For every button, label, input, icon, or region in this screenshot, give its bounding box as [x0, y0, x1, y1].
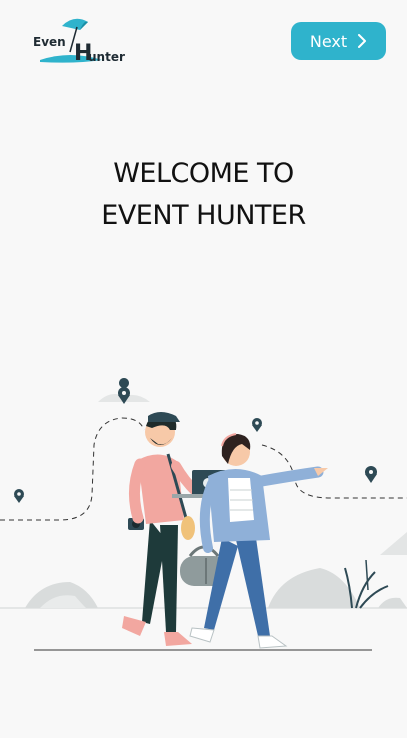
logo-text-unter: unter [88, 50, 125, 64]
app-logo: H Even unter [30, 16, 130, 68]
location-pin-icon [14, 489, 24, 503]
rock-far-right [378, 597, 407, 608]
dashed-route-left [0, 417, 145, 521]
chevron-right-icon [358, 34, 367, 48]
welcome-line-2: EVENT HUNTER [101, 200, 306, 231]
welcome-line-1: WELCOME TO [113, 158, 294, 189]
logo-text-even: Even [33, 35, 66, 49]
location-pin-icon [252, 418, 262, 432]
welcome-heading: WELCOME TO EVENT HUNTER [0, 153, 407, 237]
location-pin-icon [365, 466, 377, 483]
hill-right [380, 532, 407, 555]
dashed-route-right [261, 444, 407, 499]
next-button[interactable]: Next [291, 22, 386, 60]
grass-stem [365, 559, 369, 591]
woman-figure [189, 433, 328, 649]
man-figure [122, 412, 201, 646]
travelers-illustration [0, 378, 407, 651]
next-button-label: Next [309, 31, 348, 51]
